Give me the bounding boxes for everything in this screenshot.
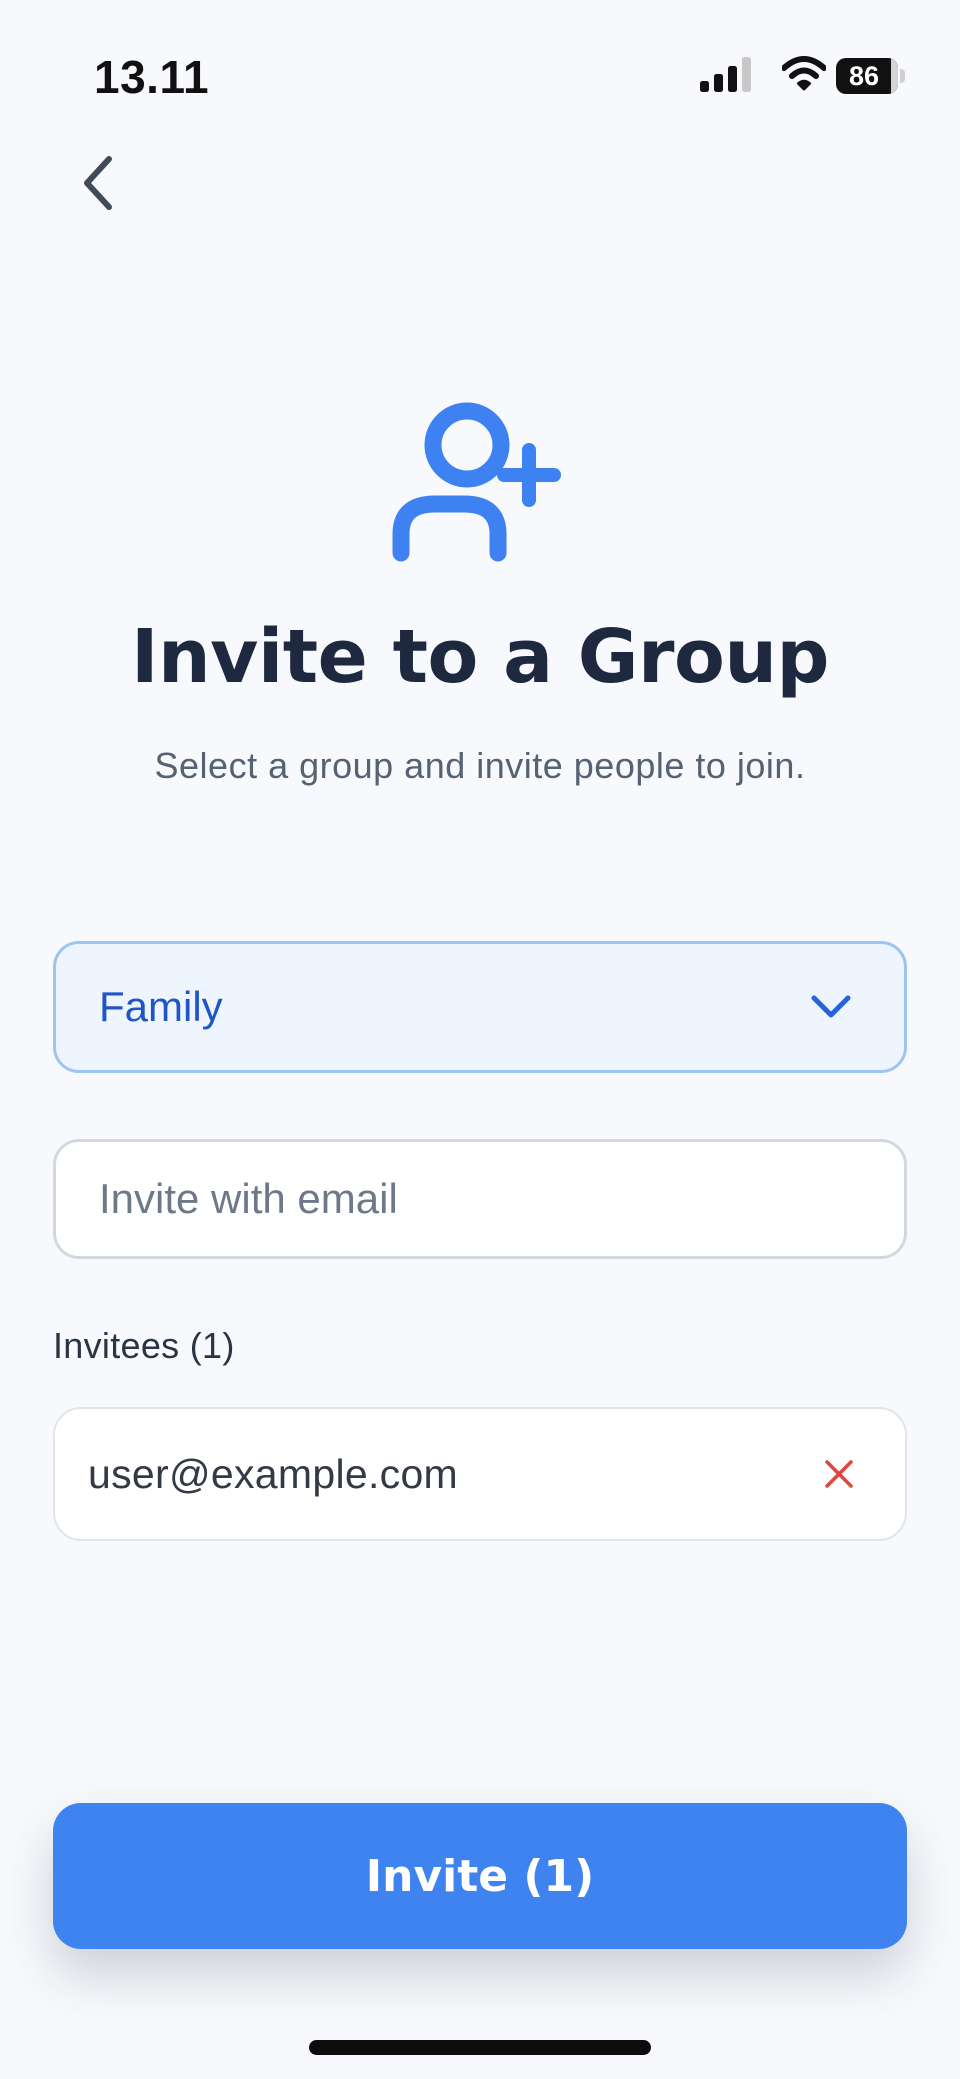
- invitee-item: user@example.com: [53, 1407, 907, 1541]
- back-button[interactable]: [62, 148, 132, 218]
- invitee-email: user@example.com: [88, 1451, 458, 1497]
- status-time: 13.11: [94, 51, 210, 103]
- signal-icon: [700, 57, 751, 92]
- chevron-left-icon: [84, 156, 112, 210]
- battery-icon: 86: [836, 58, 905, 94]
- invite-button-label: Invite (1): [365, 1850, 595, 1902]
- close-icon: [825, 1460, 853, 1488]
- remove-invitee-button[interactable]: [813, 1448, 865, 1500]
- page-subtitle: Select a group and invite people to join…: [154, 745, 806, 786]
- battery-level: 86: [848, 61, 880, 91]
- invitees-label: Invitees (1): [53, 1325, 235, 1366]
- wifi-icon: [782, 56, 826, 91]
- page-title: Invite to a Group: [130, 614, 830, 700]
- invite-to-group-screen: 13.11 86 Invite to a Group Select a grou…: [0, 0, 960, 2079]
- invite-button[interactable]: Invite (1): [53, 1803, 907, 1949]
- status-icons: 86: [700, 56, 912, 94]
- invite-email-input[interactable]: [53, 1139, 907, 1259]
- group-select[interactable]: Family: [53, 941, 907, 1073]
- group-select-value: Family: [99, 983, 223, 1030]
- home-indicator: [309, 2040, 651, 2055]
- chevron-down-icon: [811, 995, 851, 1018]
- user-plus-icon: [392, 402, 561, 562]
